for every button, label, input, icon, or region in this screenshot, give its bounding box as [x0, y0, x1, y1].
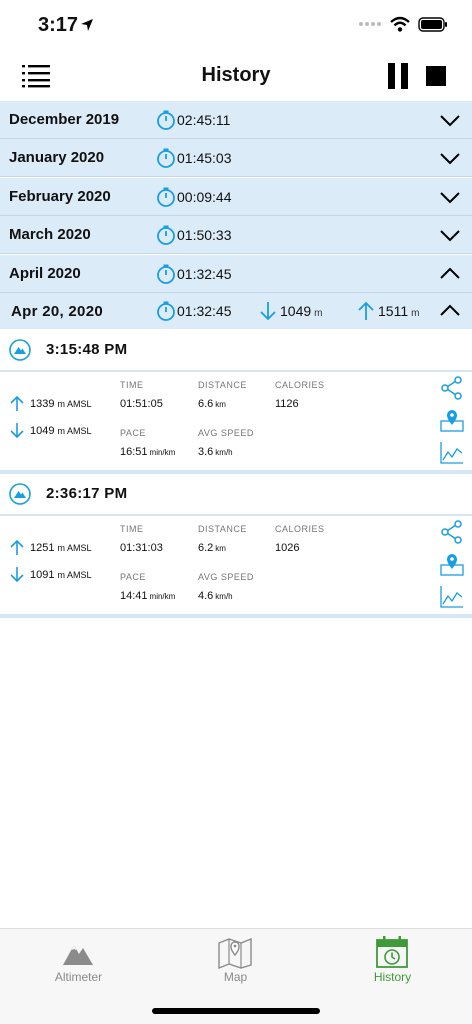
wifi-icon [390, 16, 410, 32]
calories-value: 1126 [275, 398, 299, 410]
session-details: 1251 m AMSL 1091 m AMSL TIME 01:31:03 DIST… [0, 516, 472, 616]
pace-label: PACE [120, 572, 146, 582]
mountain-badge-icon [9, 483, 31, 505]
avg-speed-value: 4.6 km/h [198, 590, 233, 602]
month-label: April 2020 [9, 265, 81, 282]
calories-label: CALORIES [275, 380, 325, 390]
home-indicator [152, 1008, 320, 1014]
day-ascent: 1511 m [378, 303, 420, 319]
cellular-signal-icon [359, 22, 381, 26]
day-duration: 01:32:45 [177, 303, 232, 319]
mountain-badge-icon [9, 339, 31, 361]
min-elevation: 1091 m AMSL [30, 569, 92, 581]
arrow-up-icon [10, 540, 24, 555]
status-bar: 3:17 [0, 0, 472, 50]
chevron-up-icon[interactable] [440, 302, 460, 320]
arrow-up-icon [10, 396, 24, 411]
pause-button[interactable] [386, 63, 410, 89]
stopwatch-icon [157, 148, 175, 168]
calories-value: 1026 [275, 542, 300, 554]
avg-speed-label: AVG SPEED [198, 428, 254, 438]
distance-label: DISTANCE [198, 380, 247, 390]
time-value: 01:51:05 [120, 398, 163, 410]
max-elevation: 1251 m AMSL [30, 542, 92, 554]
stopwatch-icon [157, 264, 175, 284]
time-label: TIME [120, 524, 144, 534]
month-duration: 01:32:45 [177, 266, 232, 282]
chevron-down-icon[interactable] [440, 111, 460, 129]
stopwatch-icon [157, 187, 175, 207]
session-header[interactable]: 2:36:17 PM [0, 474, 472, 514]
month-row-april-2020[interactable]: April 2020 01:32:45 [0, 255, 472, 293]
map-pin-icon[interactable] [440, 552, 464, 576]
avg-speed-label: AVG SPEED [198, 572, 254, 582]
arrow-down-icon [10, 567, 24, 582]
tab-label: History [373, 970, 412, 984]
time-label: TIME [120, 380, 144, 390]
stopwatch-icon [157, 225, 175, 245]
status-time: 3:17 [38, 14, 79, 36]
arrow-down-icon [260, 302, 276, 321]
mountain-icon [63, 945, 93, 965]
stopwatch-icon [157, 110, 175, 130]
map-pin-icon[interactable] [440, 408, 464, 432]
month-label: December 2019 [9, 111, 120, 128]
day-label: Apr 20, 2020 [11, 303, 103, 320]
month-duration: 01:45:03 [177, 150, 232, 166]
max-elevation: 1339 m AMSL [30, 398, 92, 410]
tab-label: Map [223, 970, 248, 984]
chevron-up-icon[interactable] [440, 265, 460, 283]
pace-label: PACE [120, 428, 146, 438]
battery-icon [418, 16, 447, 32]
distance-value: 6.6 km [198, 398, 226, 410]
map-icon [218, 937, 252, 969]
elevation-chart-icon[interactable] [440, 584, 464, 608]
stop-button[interactable] [426, 66, 446, 86]
navigation-bar: History [0, 50, 472, 102]
month-row-january-2020[interactable]: January 2020 01:45:03 [0, 139, 472, 177]
month-duration: 01:50:33 [177, 227, 232, 243]
tab-label: Altimeter [54, 970, 103, 984]
session-start-time: 3:15:48 PM [46, 341, 128, 358]
month-duration: 00:09:44 [177, 189, 232, 205]
avg-speed-value: 3.6 km/h [198, 446, 233, 458]
month-row-february-2020[interactable]: February 2020 00:09:44 [0, 178, 472, 216]
calories-label: CALORIES [275, 524, 325, 534]
day-row-apr-20-2020[interactable]: Apr 20, 2020 01:32:45 1049 m 1511 m [0, 293, 472, 329]
chevron-down-icon[interactable] [440, 226, 460, 244]
location-arrow-icon [81, 19, 93, 31]
month-label: February 2020 [9, 188, 111, 205]
share-icon[interactable] [440, 376, 464, 400]
distance-label: DISTANCE [198, 524, 247, 534]
calendar-clock-icon [376, 936, 408, 968]
tab-altimeter[interactable]: Altimeter [0, 929, 157, 989]
session-details: 1339 m AMSL 1049 m AMSL TIME 01:51:05 DIST… [0, 372, 472, 472]
share-icon[interactable] [440, 520, 464, 544]
min-elevation: 1049 m AMSL [30, 425, 92, 437]
session-start-time: 2:36:17 PM [46, 485, 128, 502]
pace-value: 16:51 min/km [120, 446, 176, 458]
arrow-up-icon [358, 301, 374, 320]
month-label: March 2020 [9, 226, 91, 243]
month-row-march-2020[interactable]: March 2020 01:50:33 [0, 216, 472, 254]
pace-value: 14:41 min/km [120, 590, 176, 602]
divider [0, 614, 472, 618]
stopwatch-icon [157, 301, 175, 321]
session-header[interactable]: 3:15:48 PM [0, 330, 472, 370]
month-duration: 02:45:11 [177, 112, 231, 128]
tab-map[interactable]: Map [157, 929, 314, 989]
chevron-down-icon[interactable] [440, 188, 460, 206]
month-row-december-2019[interactable]: December 2019 02:45:11 [0, 101, 472, 139]
time-value: 01:31:03 [120, 542, 163, 554]
elevation-chart-icon[interactable] [440, 440, 464, 464]
distance-value: 6.2 km [198, 542, 226, 554]
chevron-down-icon[interactable] [440, 149, 460, 167]
arrow-down-icon [10, 423, 24, 438]
day-descent: 1049 m [280, 303, 323, 319]
month-label: January 2020 [9, 149, 105, 166]
tab-history[interactable]: History [314, 929, 471, 989]
